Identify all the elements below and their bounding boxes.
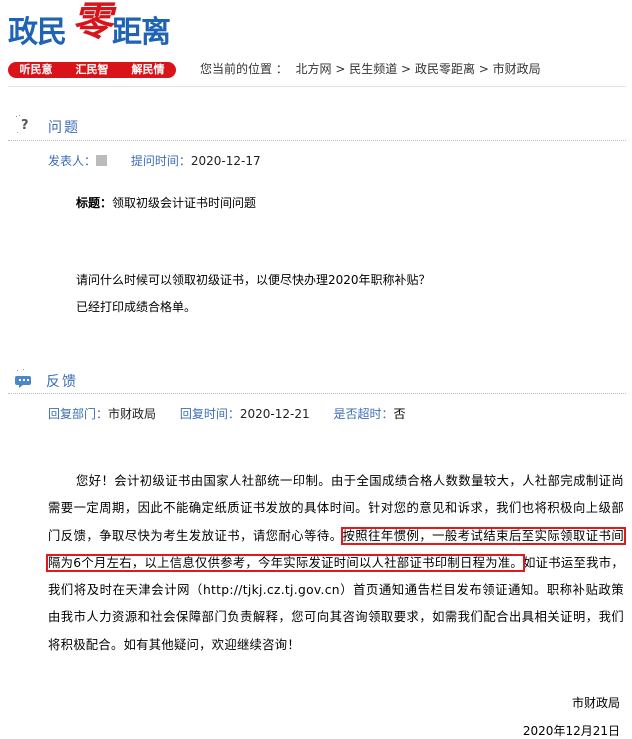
breadcrumb-link-home[interactable]: 北方网 (295, 62, 331, 76)
question-time-label: 提问时间： (130, 154, 191, 168)
question-subject: 标题：领取初级会计证书时间问题 (76, 194, 256, 211)
subject-label: 标题： (76, 196, 113, 210)
question-meta: 发表人： 提问时间：2020-12-17 (48, 152, 281, 169)
breadcrumb-sep: > (335, 62, 346, 76)
question-divider (8, 140, 626, 141)
dept-value: 市财政局 (108, 407, 157, 421)
breadcrumb-prefix: 您当前的位置 ： (200, 62, 288, 76)
breadcrumb-sep: > (478, 62, 489, 76)
question-line-2: 已经打印成绩合格单。 (76, 300, 197, 314)
site-logo[interactable]: 政民 零 距离 (8, 0, 180, 60)
logo-text-right: 距离 (112, 15, 171, 50)
subject-value: 领取初级会计证书时间问题 (112, 196, 257, 210)
dept-label: 回复部门： (48, 407, 109, 421)
feedback-meta: 回复部门：市财政局 回复时间：2020-12-21 是否超时：否 (48, 405, 405, 422)
question-line-1: 请问什么时候可以领取初级证书，以便尽快办理2020年职称补贴？ (76, 273, 431, 287)
breadcrumb-sep: > (401, 62, 412, 76)
overdue-value: 否 (393, 407, 406, 421)
poster-label: 发表人： (48, 154, 97, 168)
question-section-title: 问题 (48, 120, 80, 136)
reply-time-value: 2020-12-21 (239, 407, 310, 421)
logo-text-left: 政民 (8, 15, 67, 50)
logo-text-mid: 零 (72, 0, 112, 45)
overdue-label: 是否超时： (333, 407, 394, 421)
slogan-1: 听民意 (19, 63, 53, 76)
breadcrumb-link-channel[interactable]: 民生频道 (349, 62, 397, 76)
header-divider (8, 86, 626, 87)
slogan-bar: 听民意 汇民智 解民情 (8, 62, 176, 78)
breadcrumb-link-section[interactable]: 政民零距离 (415, 62, 475, 76)
poster-avatar (96, 155, 108, 166)
reply-signature: 市财政局 (571, 696, 620, 710)
reply-text-2: 如证书运至我市，我们将及时在天津会计网（http://tjkj.cz.tj.go… (48, 555, 624, 652)
svg-text:?: ? (21, 118, 29, 133)
reply-body: 您好！会计初级证书由国家人社部统一印制。由于全国成绩合格人数数量较大，人社部完成… (46, 468, 626, 659)
breadcrumb-link-dept[interactable]: 市财政局 (493, 62, 541, 76)
question-time-value: 2020-12-17 (190, 154, 261, 168)
feedback-divider (8, 393, 626, 394)
slogan-3: 解民情 (131, 63, 165, 76)
feedback-icon (15, 369, 31, 388)
breadcrumb: 您当前的位置 ： 北方网 > 民生频道 > 政民零距离 > 市财政局 (200, 60, 541, 77)
slogan-2: 汇民智 (75, 63, 109, 76)
reply-date: 2020年12月21日 (522, 724, 620, 738)
reply-time-label: 回复时间： (179, 407, 240, 421)
feedback-section-title: 反馈 (46, 374, 78, 390)
question-icon: ? (16, 115, 29, 133)
